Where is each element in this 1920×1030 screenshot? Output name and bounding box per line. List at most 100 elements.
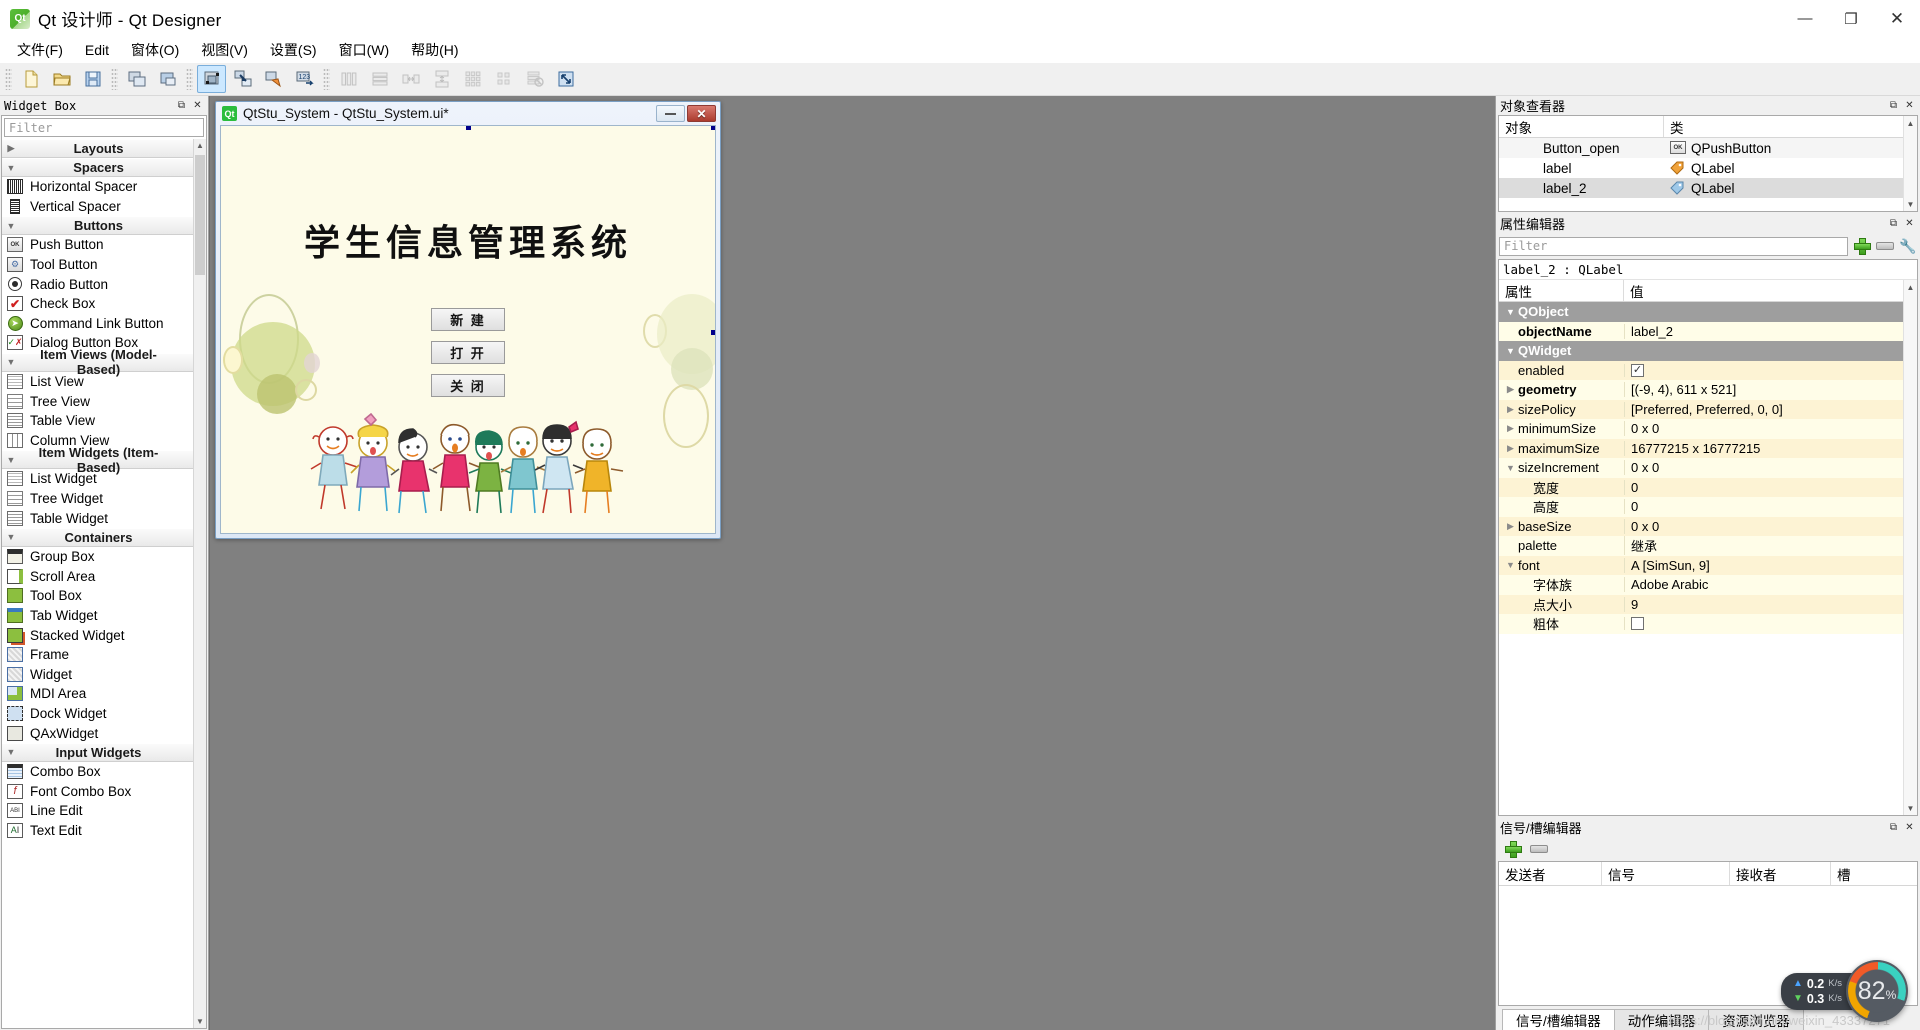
property-value-cell[interactable]: [(-9, 4), 611 x 521] [1624,382,1903,398]
toolbar-grip[interactable] [5,68,12,90]
edit-tab-order-icon[interactable]: 123 [290,65,319,93]
property-value-cell[interactable]: 9 [1624,596,1903,612]
property-editor-float-icon[interactable]: ⧉ [1887,217,1900,230]
property-row[interactable]: 字体族 Adobe Arabic [1499,575,1903,595]
remove-property-icon[interactable] [1876,242,1894,250]
widget-item-dock-widget[interactable]: Dock Widget [2,704,193,724]
chevron-down-icon[interactable]: ▼ [1503,560,1518,570]
widget-group-layouts[interactable]: ▶ Layouts [2,139,193,158]
widget-item-table-view[interactable]: Table View [2,411,193,431]
column-signal[interactable]: 信号 [1602,862,1730,885]
cpu-usage-gauge[interactable]: 82% [1846,960,1908,1022]
add-property-icon[interactable] [1853,237,1871,255]
widget-item-push-button[interactable]: OK Push Button [2,235,193,255]
selection-handle-topright[interactable] [711,126,715,130]
property-checkbox[interactable]: ✓ [1631,363,1644,377]
remove-connection-icon[interactable] [1530,845,1548,853]
window-maximize-button[interactable]: ❐ [1828,0,1874,38]
widget-group-input-widgets[interactable]: ▼ Input Widgets [2,742,193,762]
widget-item-command-link-button[interactable]: ➤ Command Link Button [2,314,193,334]
widget-box-close-icon[interactable]: ✕ [191,99,204,112]
menu-view[interactable]: 视图(V) [190,37,259,63]
property-filter-input[interactable]: Filter [1499,236,1848,256]
widget-item-tree-widget[interactable]: Tree Widget [2,489,193,509]
widget-group-containers[interactable]: ▼ Containers [2,527,193,547]
property-row[interactable]: palette 继承 [1499,536,1903,556]
chevron-right-icon[interactable]: ▶ [1503,521,1518,532]
menu-edit[interactable]: Edit [74,39,120,61]
property-row[interactable]: 粗体 [1499,614,1903,634]
edit-widgets-icon[interactable] [197,65,226,93]
widget-item-stacked-widget[interactable]: Stacked Widget [2,625,193,645]
widget-item-check-box[interactable]: ✔ Check Box [2,294,193,314]
widget-item-frame[interactable]: Frame [2,645,193,665]
property-row[interactable]: ▼ font A [SimSun, 9] [1499,555,1903,575]
widget-box-float-icon[interactable]: ⧉ [175,99,188,112]
layout-vertically-icon[interactable] [365,65,394,93]
selection-handle-right[interactable] [711,329,715,335]
property-value-cell[interactable]: 0 x 0 [1624,421,1903,437]
widget-group-buttons[interactable]: ▼ Buttons [2,216,193,236]
widget-item-scroll-area[interactable]: Scroll Area [2,567,193,587]
add-connection-icon[interactable] [1504,840,1522,858]
open-form-icon[interactable] [47,65,76,93]
property-value-cell[interactable]: 0 x 0 [1624,518,1903,534]
widget-item-qaxwidget[interactable]: QAxWidget [2,723,193,743]
selection-handle-top[interactable] [466,126,471,130]
signal-slot-close-icon[interactable]: ✕ [1903,821,1916,834]
layout-grid-icon[interactable] [458,65,487,93]
edit-signals-slots-icon[interactable] [228,65,257,93]
widget-item-text-edit[interactable]: A I Text Edit [2,821,193,841]
property-row[interactable]: objectName label_2 [1499,321,1903,341]
tab-signal-slot-editor[interactable]: 信号/槽编辑器 [1502,1009,1615,1030]
menu-help[interactable]: 帮助(H) [400,37,469,63]
chevron-down-icon[interactable]: ▼ [1503,307,1518,317]
object-inspector-float-icon[interactable]: ⧉ [1887,99,1900,112]
undo-icon[interactable] [122,65,151,93]
widget-item-tool-button[interactable]: ⚙ Tool Button [2,255,193,275]
column-object[interactable]: 对象 [1499,116,1664,137]
toolbar-grip-3[interactable] [186,68,193,90]
window-close-button[interactable]: ✕ [1874,0,1920,38]
scroll-up-icon[interactable]: ▲ [1904,280,1917,294]
property-row[interactable]: 点大小 9 [1499,594,1903,614]
property-checkbox[interactable] [1631,617,1644,631]
toolbar-grip-2[interactable] [111,68,118,90]
form-canvas[interactable]: 学生信息管理系统 新 建 打 开 关 闭 [220,125,716,534]
column-slot[interactable]: 槽 [1831,862,1917,885]
widget-item-mdi-area[interactable]: MDI Area [2,684,193,704]
widget-item-radio-button[interactable]: Radio Button [2,274,193,294]
column-receiver[interactable]: 接收者 [1730,862,1831,885]
property-value-cell[interactable] [1624,617,1903,631]
property-editor-close-icon[interactable]: ✕ [1903,217,1916,230]
property-value-cell[interactable]: 0 [1624,479,1903,495]
menu-window[interactable]: 窗口(W) [328,37,401,63]
property-group-row[interactable]: ▼ QObject [1499,302,1903,322]
widget-item-group-box[interactable]: Group Box [2,547,193,567]
network-speed-widget[interactable]: ▲ 0.2 K/s ▼ 0.3 K/s 82% [1780,960,1908,1022]
property-row[interactable]: enabled ✓ [1499,360,1903,380]
chevron-down-icon[interactable]: ▼ [1503,463,1518,473]
new-form-icon[interactable] [16,65,45,93]
property-value-cell[interactable]: label_2 [1624,323,1903,339]
widget-item-table-widget[interactable]: Table Widget [2,508,193,528]
object-inspector-row[interactable]: Button_open OK QPushButton [1499,138,1903,158]
form-close-button[interactable]: ✕ [687,105,716,122]
property-row[interactable]: 宽度 0 [1499,477,1903,497]
scroll-down-icon[interactable]: ▼ [1904,197,1917,211]
widget-item-vertical-spacer[interactable]: Vertical Spacer [2,197,193,217]
property-row[interactable]: ▼ sizeIncrement 0 x 0 [1499,458,1903,478]
object-inspector-row[interactable]: label QLabel [1499,158,1903,178]
design-canvas[interactable]: Qt QtStu_System - QtStu_System.ui* ✕ 学生信… [209,96,1495,1030]
menu-form[interactable]: 窗体(O) [120,37,190,63]
widget-group-spacers[interactable]: ▼ Spacers [2,158,193,177]
scroll-up-icon[interactable]: ▲ [1904,116,1917,130]
widget-group-item-views-model-based[interactable]: ▼ Item Views (Model-Based) [2,347,193,377]
property-value-cell[interactable]: 16777215 x 16777215 [1624,440,1903,456]
widget-item-tree-view[interactable]: Tree View [2,391,193,411]
chevron-down-icon[interactable]: ▼ [1503,346,1518,356]
property-value-cell[interactable]: 0 x 0 [1624,460,1903,476]
signal-slot-float-icon[interactable]: ⧉ [1887,821,1900,834]
widget-box-scrollbar[interactable]: ▲ ▼ [193,139,206,1028]
form-minimize-button[interactable] [656,105,685,122]
